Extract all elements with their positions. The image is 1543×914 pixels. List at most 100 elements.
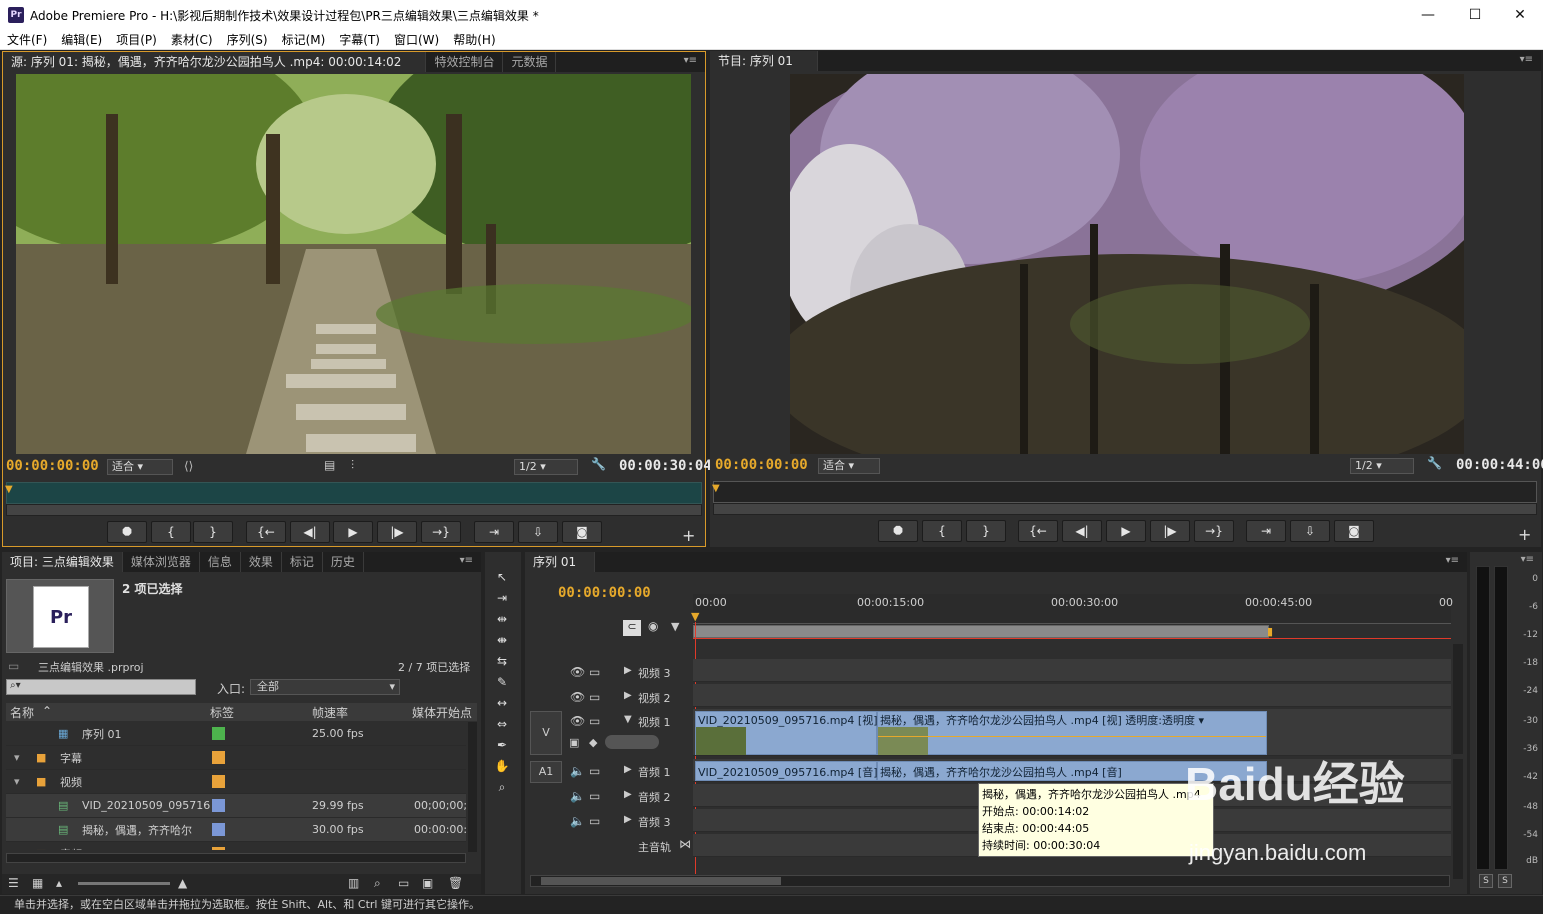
keyframe-icon[interactable]: ◉ [648, 619, 658, 633]
video-tracks-scrollbar[interactable] [1453, 644, 1463, 754]
list-item[interactable]: ▤ VID_20210509_095716 29.99 fps 00;00;00… [6, 794, 466, 818]
speaker-icon[interactable]: 🔈 [570, 789, 585, 803]
filmstrip-icon[interactable]: ▤ [324, 458, 335, 472]
track-select-tool-icon[interactable]: ⇥ [493, 589, 511, 607]
time-ruler[interactable]: 00:00 00:00:15:00 00:00:30:00 00:00:45:0… [693, 594, 1453, 624]
icon-view-icon[interactable]: ▦ [32, 876, 43, 890]
tab-project[interactable]: 项目: 三点编辑效果 [2, 552, 123, 572]
menu-title[interactable]: 字幕(T) [332, 31, 387, 48]
sync-lock-icon[interactable]: ▭ [589, 690, 600, 704]
sync-lock-icon[interactable]: ▭ [589, 764, 600, 778]
rate-stretch-tool-icon[interactable]: ⇆ [493, 652, 511, 670]
tab-effect-controls[interactable]: 特效控制台 [426, 52, 504, 72]
timeline-panel-menu-icon[interactable]: ▾≡ [1446, 555, 1459, 566]
close-button[interactable]: ✕ [1497, 0, 1543, 30]
display-style-icon[interactable]: ▣ [569, 736, 579, 749]
menu-help[interactable]: 帮助(H) [446, 31, 502, 48]
video-clip[interactable]: VID_20210509_095716.mp4 [视] [695, 711, 878, 755]
trash-icon[interactable]: 🗑 [448, 876, 463, 890]
program-scrub-bar[interactable] [713, 481, 1537, 503]
track-lane-video3[interactable] [693, 659, 1451, 682]
audio-tracks-scrollbar[interactable] [1453, 759, 1463, 879]
col-media-start[interactable]: 媒体开始点 [412, 704, 472, 721]
list-item[interactable]: ▤ 揭秘，偶遇，齐齐哈尔 30.00 fps 00:00:00: [6, 818, 466, 842]
video-clip[interactable]: 揭秘，偶遇，齐齐哈尔龙沙公园拍鸟人 .mp4 [视] 透明度:透明度 ▾ [877, 711, 1267, 755]
eye-icon[interactable]: 👁 [570, 665, 585, 679]
source-insert-button[interactable]: ⇥ [474, 521, 514, 543]
menu-file[interactable]: 文件(F) [0, 31, 54, 48]
rolling-edit-tool-icon[interactable]: ⇼ [493, 631, 511, 649]
new-item-icon[interactable]: ▣ [422, 876, 433, 890]
menu-marker[interactable]: 标记(M) [275, 31, 333, 48]
timeline-horizontal-scrollbar[interactable] [530, 875, 1450, 887]
solo-left-button[interactable]: S [1479, 874, 1493, 888]
source-playhead-icon[interactable]: ▼ [5, 484, 13, 495]
menu-project[interactable]: 项目(P) [109, 31, 164, 48]
program-mark-in-button[interactable]: { [922, 520, 962, 542]
menu-sequence[interactable]: 序列(S) [220, 31, 275, 48]
program-go-to-out-button[interactable]: →} [1194, 520, 1234, 542]
ripple-edit-tool-icon[interactable]: ⇹ [493, 610, 511, 628]
meter-panel-menu-icon[interactable]: ▾≡ [1521, 554, 1534, 565]
project-search-input[interactable]: ⌕▾ [6, 679, 196, 695]
program-lift-button[interactable]: ⇥ [1246, 520, 1286, 542]
speaker-icon[interactable]: 🔈 [570, 764, 585, 778]
source-export-frame-button[interactable]: ◙ [562, 521, 602, 543]
solo-right-button[interactable]: S [1498, 874, 1512, 888]
program-wrench-icon[interactable]: 🔧 [1427, 456, 1442, 470]
eye-icon[interactable]: 👁 [570, 714, 585, 728]
automate-icon[interactable]: ▥ [348, 876, 359, 890]
work-area-bar[interactable] [693, 625, 1269, 638]
program-resolution-dropdown[interactable]: 1/2 ▾ [1350, 458, 1414, 474]
expand-track-icon[interactable]: ▶ [624, 789, 632, 800]
program-add-marker-button[interactable]: ⯃ [878, 520, 918, 542]
expand-track-icon[interactable]: ▶ [624, 690, 632, 701]
list-view-icon[interactable]: ☰ [8, 876, 19, 890]
project-panel-menu-icon[interactable]: ▾≡ [460, 555, 473, 566]
sort-up-icon[interactable]: ⌃ [42, 704, 52, 718]
label-swatch[interactable] [212, 847, 225, 850]
source-mark-in-button[interactable]: { [151, 521, 191, 543]
timeline-timecode[interactable]: 00:00:00:00 [558, 585, 651, 601]
program-step-back-button[interactable]: ◀| [1062, 520, 1102, 542]
find-icon[interactable]: ⌕ [374, 876, 381, 891]
col-fps[interactable]: 帧速率 [312, 704, 348, 721]
sync-lock-icon[interactable]: ▭ [589, 714, 600, 728]
collapse-track-icon[interactable]: ▼ [624, 714, 632, 725]
new-bin-icon[interactable]: ▭ [398, 876, 409, 890]
source-overwrite-button[interactable]: ⇩ [518, 521, 558, 543]
col-name[interactable]: 名称 [10, 704, 34, 721]
audio-source-patch[interactable]: A1 [530, 761, 562, 783]
add-marker-icon[interactable]: ▼ [671, 620, 679, 633]
tab-history[interactable]: 历史 [323, 552, 364, 572]
source-add-button-icon[interactable]: + [682, 526, 695, 545]
label-swatch[interactable] [212, 751, 225, 764]
expand-track-icon[interactable]: ▶ [624, 764, 632, 775]
label-swatch[interactable] [212, 727, 225, 740]
tab-markers[interactable]: 标记 [282, 552, 323, 572]
maximize-button[interactable]: ☐ [1452, 0, 1498, 30]
wrench-icon[interactable]: 🔧 [591, 457, 606, 471]
program-play-button[interactable]: ▶ [1106, 520, 1146, 542]
speaker-icon[interactable]: 🔈 [570, 814, 585, 828]
expand-triangle-icon[interactable]: ▾ [14, 775, 20, 788]
program-go-to-in-button[interactable]: {← [1018, 520, 1058, 542]
sync-lock-icon[interactable]: ▭ [589, 814, 600, 828]
sync-lock-icon[interactable]: ▭ [589, 665, 600, 679]
entry-dropdown[interactable]: 全部 ▾ [250, 679, 400, 695]
tab-source[interactable]: 源: 序列 01: 揭秘，偶遇，齐齐哈尔龙沙公园拍鸟人 .mp4: 00:00:… [3, 52, 427, 72]
scroll-thumb[interactable] [541, 877, 781, 885]
tab-sequence[interactable]: 序列 01 [525, 552, 596, 572]
label-swatch[interactable] [212, 775, 225, 788]
program-export-frame-button[interactable]: ◙ [1334, 520, 1374, 542]
menu-window[interactable]: 窗口(W) [387, 31, 446, 48]
work-area-end-icon[interactable]: ▮ [1267, 625, 1273, 638]
track-lane-video2[interactable] [693, 684, 1451, 707]
minimize-button[interactable]: — [1405, 0, 1451, 30]
zoom-slider[interactable] [78, 882, 170, 885]
project-horizontal-scrollbar[interactable] [6, 853, 466, 863]
expand-triangle-icon[interactable]: ▾ [14, 847, 20, 850]
eye-icon[interactable]: 👁 [570, 690, 585, 704]
menu-edit[interactable]: 编辑(E) [54, 31, 109, 48]
source-step-back-button[interactable]: ◀| [290, 521, 330, 543]
